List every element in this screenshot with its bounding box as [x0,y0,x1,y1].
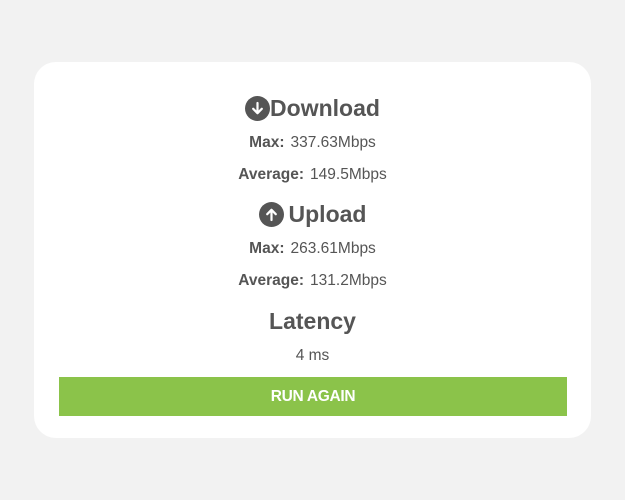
download-max-value: 337.63Mbps [290,134,376,151]
download-heading: Download [34,93,591,123]
latency-value: 4 ms [295,347,330,364]
run-again-button[interactable]: RUN AGAIN [59,377,567,416]
latency-heading: Latency [34,306,591,336]
download-average-value: 149.5Mbps [310,166,387,183]
upload-average-value: 131.2Mbps [310,272,387,289]
arrow-up-circle-icon [258,201,284,227]
arrow-down-circle-icon [245,95,271,121]
upload-max-label: Max: [249,240,285,257]
download-average-stat: Average: 149.5Mbps [34,165,591,185]
download-average-label: Average: [238,166,305,183]
upload-max-value: 263.61Mbps [290,240,376,257]
upload-average-stat: Average: 131.2Mbps [34,271,591,291]
results-card: Download Max: 337.63Mbps Average: 149.5Mbp… [34,62,591,438]
upload-heading: Upload [34,199,591,229]
upload-average-label: Average: [238,272,305,289]
download-max-stat: Max: 337.63Mbps [34,133,591,153]
upload-title: Upload [288,200,367,227]
latency-title: Latency [269,307,356,334]
upload-max-stat: Max: 263.61Mbps [34,239,591,259]
download-title: Download [270,94,380,121]
download-max-label: Max: [249,134,285,151]
